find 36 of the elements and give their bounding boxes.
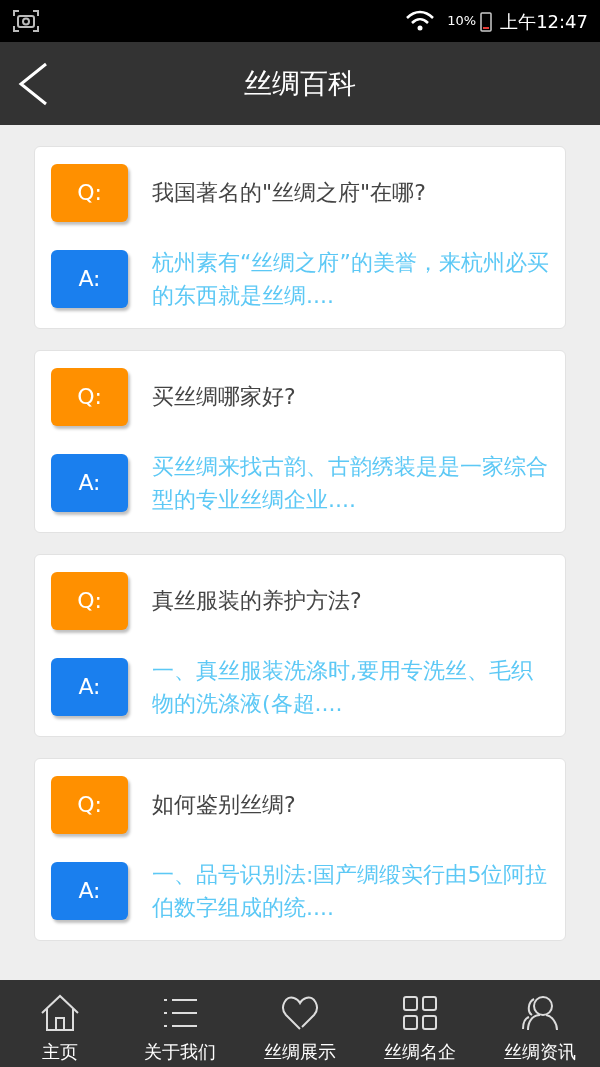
people-icon xyxy=(520,993,560,1033)
qa-card[interactable]: Q: 我国著名的"丝绸之府"在哪? A: 杭州素有“丝绸之府”的美誉，来杭州必买的东西就是丝绸.... xyxy=(34,146,566,329)
answer-badge: A: xyxy=(51,861,128,920)
grid-icon xyxy=(400,993,440,1033)
clock-time: 上午12:47 xyxy=(500,9,588,34)
battery-percent: 10% xyxy=(447,12,477,31)
nav-tab[interactable]: 丝绸资讯 xyxy=(480,980,600,1067)
answer-badge: A: xyxy=(51,657,128,716)
back-icon xyxy=(18,62,48,106)
answer-badge: A: xyxy=(51,453,128,512)
question-badge: Q: xyxy=(51,775,128,834)
answer-text: 买丝绸来找古韵、古韵绣装是是一家综合型的专业丝绸企业.... xyxy=(152,452,549,514)
question-text: 买丝绸哪家好? xyxy=(152,383,296,411)
nav-tab[interactable]: 丝绸名企 xyxy=(360,980,480,1067)
nav-tab[interactable]: 主页 xyxy=(0,980,120,1067)
nav-tab[interactable]: 丝绸展示 xyxy=(240,980,360,1067)
qa-card[interactable]: Q: 如何鉴别丝绸? A: 一、品号识别法:国产绸缎实行由5位阿拉伯数字组成的统.... xyxy=(34,758,566,941)
qa-card[interactable]: Q: 买丝绸哪家好? A: 买丝绸来找古韵、古韵绣装是是一家综合型的专业丝绸企业.... xyxy=(34,350,566,533)
question-badge: Q: xyxy=(51,571,128,630)
question-text: 真丝服装的养护方法? xyxy=(152,587,362,615)
question-text: 如何鉴别丝绸? xyxy=(152,791,296,819)
nav-tab[interactable]: 关于我们 xyxy=(120,980,240,1067)
home-icon xyxy=(40,993,80,1033)
wifi-icon xyxy=(405,10,436,32)
answer-text: 一、真丝服装洗涤时,要用专洗丝、毛织物的洗涤液(各超.... xyxy=(152,656,534,718)
answer-text: 一、品号识别法:国产绸缎实行由5位阿拉伯数字组成的统.... xyxy=(152,860,549,922)
camera-icon xyxy=(12,9,40,33)
back-button[interactable] xyxy=(18,62,48,106)
answer-text: 杭州素有“丝绸之府”的美誉，来杭州必买的东西就是丝绸.... xyxy=(152,248,550,310)
battery-icon xyxy=(480,10,493,32)
question-badge: Q: xyxy=(51,367,128,426)
page-title: 丝绸百科 xyxy=(244,65,356,102)
question-badge: Q: xyxy=(51,163,128,222)
qa-card[interactable]: Q: 真丝服装的养护方法? A: 一、真丝服装洗涤时,要用专洗丝、毛织物的洗涤液(各超.... xyxy=(34,554,566,737)
answer-badge: A: xyxy=(51,249,128,308)
question-text: 我国著名的"丝绸之府"在哪? xyxy=(152,179,426,207)
